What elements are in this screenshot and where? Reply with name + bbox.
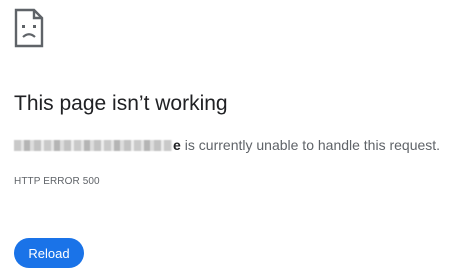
error-message: e is currently unable to handle this req…: [14, 137, 440, 153]
reload-button[interactable]: Reload: [14, 238, 84, 268]
redacted-hostname: [14, 139, 172, 151]
error-code: HTTP ERROR 500: [14, 176, 100, 187]
sad-page-icon: [14, 8, 44, 48]
hostname-visible-tail: e: [173, 137, 181, 153]
error-message-text: is currently unable to handle this reque…: [184, 137, 441, 153]
site-hostname: e: [14, 137, 181, 153]
page-title: This page isn’t working: [14, 92, 228, 115]
